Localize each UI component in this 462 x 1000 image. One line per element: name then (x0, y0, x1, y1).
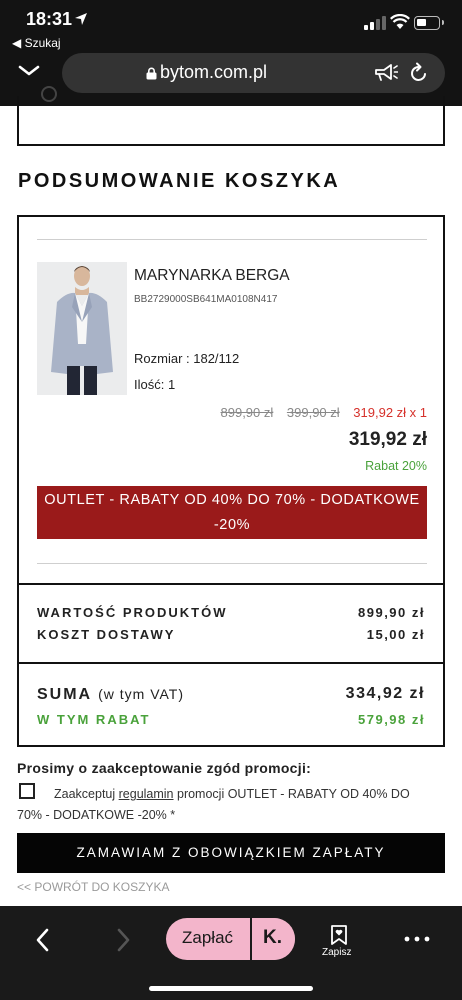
divider (37, 563, 427, 564)
divider (37, 239, 427, 240)
consent-text: Zaakceptuj regulamin promocji OUTLET - R… (17, 784, 437, 826)
back-to-app-link[interactable]: ◀ Szukaj (12, 36, 61, 50)
back-to-cart-link[interactable]: << POWRÓT DO KOSZYKA (17, 880, 169, 894)
wifi-icon (390, 14, 410, 29)
divider (19, 662, 443, 664)
products-value-label: WARTOŚĆ PRODUKTÓW (37, 605, 228, 620)
product-size: Rozmiar : 182/112 (134, 351, 240, 366)
consent-checkbox[interactable] (19, 783, 35, 799)
total-label: SUMA (w tym VAT) (37, 686, 184, 704)
delivery-option-radio[interactable] (41, 86, 57, 102)
klarna-logo-text: K. (263, 927, 282, 948)
back-arrow-icon[interactable] (36, 928, 50, 952)
place-order-button[interactable]: ZAMAWIAM Z OBOWIĄZKIEM ZAPŁATY (17, 833, 445, 873)
save-label: Zapisz (322, 947, 352, 958)
product-quantity: Ilość: 1 (134, 377, 176, 392)
battery-icon (414, 16, 444, 30)
browser-bottom-toolbar: Zapłać K. Zapisz (0, 906, 462, 1000)
status-time: 18:31 (26, 9, 73, 29)
url-text: bytom.com.pl (160, 62, 268, 82)
chevron-down-icon[interactable] (18, 64, 40, 78)
product-sku: BB2729000SB641MA0108N417 (134, 294, 278, 305)
browser-top-chrome: 18:31 ◀ Szukaj bytom.com.pl (0, 0, 462, 106)
klarna-pay-button[interactable]: Zapłać K. (166, 918, 295, 960)
cellular-signal-icon (364, 16, 386, 30)
more-options-icon[interactable] (404, 936, 430, 942)
current-price: 319,92 zł x 1 (353, 405, 427, 420)
shipping-cost-value: 15,00 zł (366, 627, 425, 642)
reload-icon[interactable] (409, 62, 429, 84)
discount-label: Rabat 20% (365, 459, 427, 473)
cart-summary-box: MARYNARKA BERGA BB2729000SB641MA0108N417… (17, 215, 445, 747)
address-bar[interactable]: bytom.com.pl (62, 53, 445, 93)
products-value: 899,90 zł (358, 605, 425, 620)
lock-icon (146, 67, 157, 80)
total-discount-label: W TYM RABAT (37, 712, 151, 727)
original-price: 899,90 zł (220, 405, 274, 420)
bookmark-heart-icon[interactable] (329, 924, 349, 946)
consent-title: Prosimy o zaakceptowanie zgód promocji: (17, 760, 312, 776)
forward-arrow-icon[interactable] (116, 928, 130, 952)
consent-text-before: Zaakceptuj (54, 787, 119, 801)
location-arrow-icon (75, 13, 87, 25)
previous-section-box (17, 86, 445, 146)
regulations-link[interactable]: regulamin (119, 787, 174, 801)
product-name[interactable]: MARYNARKA BERGA (134, 267, 290, 285)
divider (19, 583, 443, 585)
pay-label: Zapłać (182, 928, 234, 947)
total-label-text: SUMA (37, 686, 93, 703)
price-row: 899,90 zł 399,90 zł 319,92 zł x 1 (211, 405, 428, 420)
total-value: 334,92 zł (345, 685, 425, 702)
previous-price: 399,90 zł (286, 405, 340, 420)
klarna-logo: K. (250, 918, 295, 960)
page-title: PODSUMOWANIE KOSZYKA (18, 170, 341, 192)
promo-banner: OUTLET - RABATY OD 40% DO 70% - DODATKOW… (37, 486, 427, 539)
line-total-price: 319,92 zł (348, 429, 427, 450)
product-image[interactable] (37, 262, 127, 395)
total-vat-note: (w tym VAT) (98, 686, 185, 702)
megaphone-icon[interactable] (374, 62, 398, 84)
shipping-cost-label: KOSZT DOSTAWY (37, 627, 176, 642)
home-indicator (149, 986, 313, 991)
total-discount-value: 579,98 zł (358, 712, 425, 727)
